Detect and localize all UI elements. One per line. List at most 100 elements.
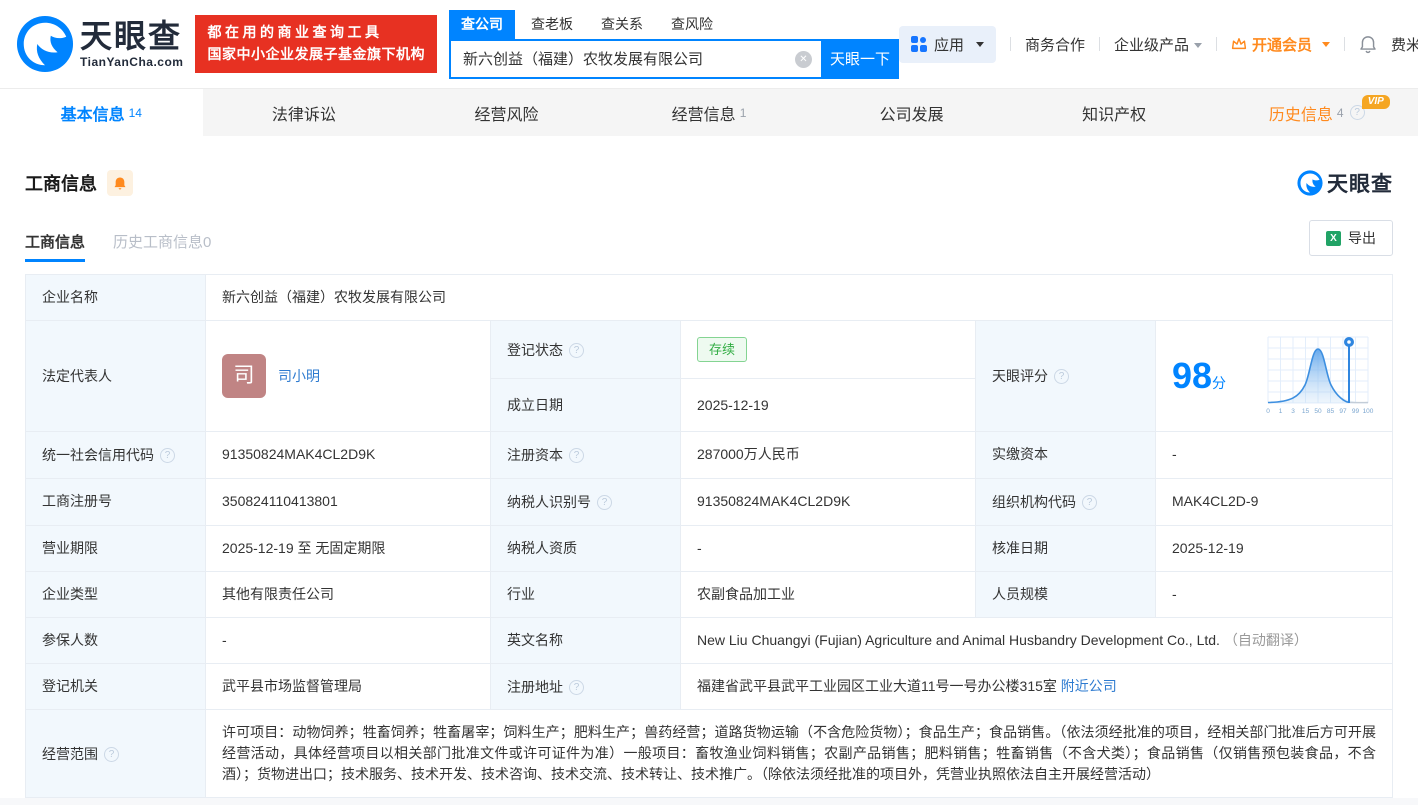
tab-label: 经营风险 <box>474 101 538 125</box>
tab-basic-info[interactable]: 基本信息 14 <box>0 89 203 136</box>
subscribe-bell-button[interactable] <box>107 170 133 196</box>
uscc-label: 统一社会信用代码? <box>26 432 206 479</box>
address-text: 福建省武平县武平工业园区工业大道11号一号办公楼315室 <box>697 678 1057 694</box>
label-text: 纳税人识别号 <box>507 494 591 510</box>
search-input[interactable] <box>449 39 821 79</box>
vip-badge: VIP <box>1362 95 1390 109</box>
tab-label: 历史信息 <box>1269 101 1333 125</box>
subtab-history-registration[interactable]: 历史工商信息0 <box>113 231 211 262</box>
help-icon[interactable]: ? <box>1082 495 1097 510</box>
table-row: 企业类型 其他有限责任公司 行业 农副食品加工业 人员规模 - <box>26 571 1393 617</box>
company-type-value: 其他有限责任公司 <box>206 571 491 617</box>
open-vip-button[interactable]: 开通会员 <box>1231 34 1330 55</box>
tab-company-development[interactable]: 公司发展 <box>810 89 1013 136</box>
label-text: 经营范围 <box>42 746 98 762</box>
legal-rep-cell: 司 司小明 <box>206 321 491 432</box>
insured-value: - <box>206 617 491 663</box>
tab-legal-proceedings[interactable]: 法律诉讼 <box>203 89 406 136</box>
export-button[interactable]: X 导出 <box>1309 220 1393 256</box>
paid-capital-value: - <box>1156 432 1393 479</box>
page-bottom-strip <box>0 798 1418 805</box>
nav-enterprise-label: 企业级产品 <box>1114 37 1189 54</box>
table-row: 参保人数 - 英文名称 New Liu Chuangyi (Fujian) Ag… <box>26 617 1393 663</box>
taxpayer-id-value: 91350824MAK4CL2D9K <box>681 478 976 525</box>
divider <box>1344 37 1345 51</box>
user-menu[interactable]: 费米 <box>1391 34 1418 55</box>
score-distribution-chart: 0 1 3 15 50 85 97 99 100 <box>1260 333 1376 419</box>
help-icon[interactable]: ? <box>160 448 175 463</box>
svg-text:97: 97 <box>1339 408 1347 415</box>
help-icon[interactable]: ? <box>569 448 584 463</box>
tab-history-info[interactable]: VIP 历史信息 4 ? <box>1215 89 1418 136</box>
logo-brand-text: 天眼查 <box>80 20 183 52</box>
logo-domain-text: TianYanCha.com <box>80 55 183 69</box>
business-info-table: 企业名称 新六创益（福建）农牧发展有限公司 法定代表人 司 司小明 登记状态? … <box>25 274 1393 798</box>
label-text: 注册地址 <box>507 678 563 694</box>
svg-text:3: 3 <box>1291 408 1295 415</box>
company-section-tabbar: 基本信息 14 法律诉讼 经营风险 经营信息 1 公司发展 知识产权 VIP 历… <box>0 88 1418 136</box>
search-tab-relation[interactable]: 查关系 <box>589 10 655 39</box>
svg-text:85: 85 <box>1327 408 1335 415</box>
tab-label: 经营信息 <box>672 101 736 125</box>
approval-date-label: 核准日期 <box>976 525 1156 571</box>
nav-cooperation[interactable]: 商务合作 <box>1025 34 1085 55</box>
tianyancha-logo[interactable]: 天眼查 TianYanCha.com <box>16 15 183 73</box>
search-tab-company[interactable]: 查公司 <box>449 10 515 39</box>
svg-text:0: 0 <box>1266 408 1270 415</box>
term-value: 2025-12-19 至 无固定期限 <box>206 525 491 571</box>
tianyancha-logo-icon <box>1297 170 1323 196</box>
help-icon[interactable]: ? <box>104 747 119 762</box>
tab-intellectual-property[interactable]: 知识产权 <box>1013 89 1216 136</box>
help-icon[interactable]: ? <box>569 343 584 358</box>
industry-label: 行业 <box>491 571 681 617</box>
table-row: 法定代表人 司 司小明 登记状态? 存续 天眼评分? 98分 <box>26 321 1393 379</box>
reg-no-value: 350824110413801 <box>206 478 491 525</box>
help-icon[interactable]: ? <box>1054 369 1069 384</box>
legal-rep-link[interactable]: 司小明 <box>278 366 320 387</box>
notification-bell-icon[interactable] <box>1359 35 1377 54</box>
apps-menu-button[interactable]: 应用 <box>899 26 996 63</box>
excel-icon: X <box>1326 231 1341 246</box>
open-vip-label: 开通会员 <box>1252 34 1312 55</box>
apps-grid-icon <box>911 36 927 52</box>
label-text: 统一社会信用代码 <box>42 447 154 463</box>
header-nav: 应用 商务合作 企业级产品 开通会员 费米 <box>899 26 1418 63</box>
watermark-brand-text: 天眼查 <box>1327 168 1393 198</box>
chevron-down-icon <box>1194 43 1202 48</box>
approval-date-value: 2025-12-19 <box>1156 525 1393 571</box>
table-row: 营业期限 2025-12-19 至 无固定期限 纳税人资质 - 核准日期 202… <box>26 525 1393 571</box>
watermark-logo: 天眼查 <box>1297 168 1393 198</box>
clear-search-icon[interactable]: ✕ <box>795 51 812 68</box>
subtab-business-registration[interactable]: 工商信息 <box>25 231 85 262</box>
staff-size-label: 人员规模 <box>976 571 1156 617</box>
section-title: 工商信息 <box>25 170 97 196</box>
svg-text:1: 1 <box>1279 408 1283 415</box>
slogan-line-1: 都在用的商业查询工具 <box>207 22 425 44</box>
score-cell[interactable]: 98分 <box>1156 321 1393 432</box>
search-tab-risk[interactable]: 查风险 <box>659 10 725 39</box>
nav-enterprise-products[interactable]: 企业级产品 <box>1114 34 1202 55</box>
tab-business-info[interactable]: 经营信息 1 <box>608 89 811 136</box>
bell-icon <box>113 176 127 191</box>
table-row: 经营范围? 许可项目：动物饲养；牲畜饲养；牲畜屠宰；饲料生产；肥料生产；兽药经营… <box>26 710 1393 798</box>
chevron-down-icon <box>976 42 984 47</box>
en-name-label: 英文名称 <box>491 617 681 663</box>
search-button[interactable]: 天眼一下 <box>821 39 899 79</box>
status-badge: 存续 <box>697 337 747 363</box>
help-icon[interactable]: ? <box>597 495 612 510</box>
help-icon[interactable]: ? <box>569 680 584 695</box>
label-text: 注册资本 <box>507 447 563 463</box>
score-value: 98分 <box>1172 358 1226 394</box>
legal-rep-avatar[interactable]: 司 <box>222 354 266 398</box>
est-date-label: 成立日期 <box>491 379 681 432</box>
nearby-companies-link[interactable]: 附近公司 <box>1061 678 1117 694</box>
score-label: 天眼评分? <box>976 321 1156 432</box>
insured-label: 参保人数 <box>26 617 206 663</box>
username: 费米 <box>1391 37 1418 54</box>
scope-label: 经营范围? <box>26 710 206 798</box>
tab-label: 法律诉讼 <box>272 101 336 125</box>
tab-operational-risk[interactable]: 经营风险 <box>405 89 608 136</box>
search-tab-boss[interactable]: 查老板 <box>519 10 585 39</box>
tab-label: 知识产权 <box>1082 101 1146 125</box>
chevron-down-icon <box>1322 42 1330 47</box>
